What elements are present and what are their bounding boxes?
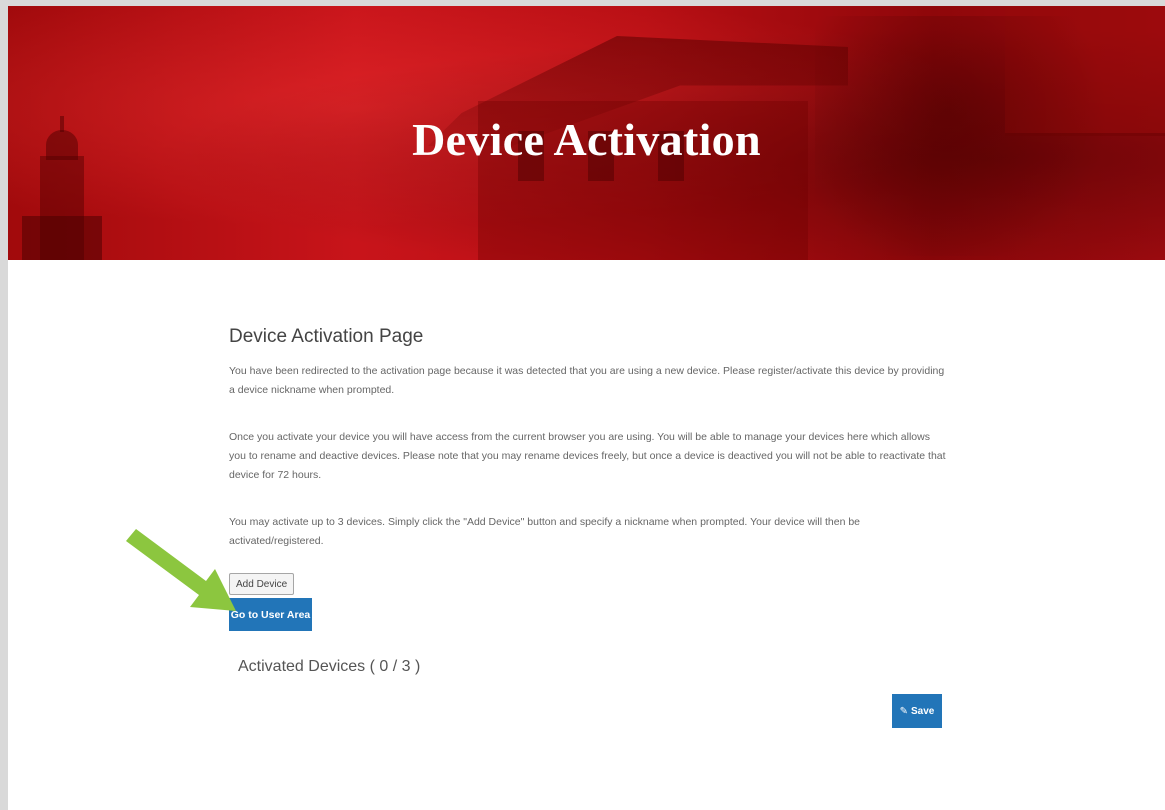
edit-icon: ✎ [899,705,909,717]
save-button[interactable]: ✎ Save [892,694,942,728]
arrow-shape [126,529,236,611]
limit-paragraph: You may activate up to 3 devices. Simply… [229,516,860,547]
page-title: Device Activation Page [229,326,424,347]
save-button-label: Save [911,705,935,717]
arrow-icon [126,529,236,611]
main-content: Device Activation Page You have been red… [229,326,949,579]
hero-title: Device Activation [412,113,761,165]
intro-paragraph: You have been redirected to the activati… [229,365,945,396]
access-paragraph: Once you activate your device you will h… [229,431,946,481]
activated-devices-heading: Activated Devices ( 0 / 3 ) [238,658,421,675]
